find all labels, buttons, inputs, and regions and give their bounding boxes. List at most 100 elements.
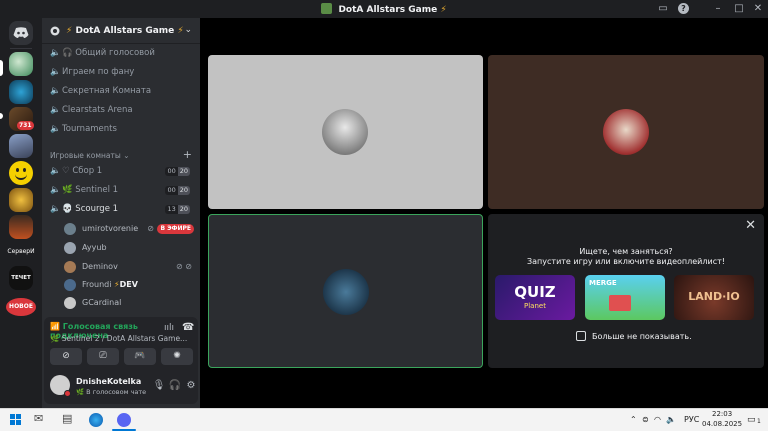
title-bar: DotA Allstars Game ⚡ ▭ ? – □ ✕ [0, 0, 768, 18]
language-indicator[interactable]: РУС [684, 415, 699, 424]
voice-user[interactable]: GCardinal [64, 295, 196, 311]
voice-user[interactable]: umirotvorenie ⊘ В ЭФИРЕ [64, 221, 196, 237]
activity-card-merge[interactable]: MERGE [585, 275, 665, 320]
soundboard-button[interactable]: ✺ [161, 348, 193, 365]
user-limit-counter: 00 20 [165, 186, 190, 195]
camera-off-icon: ⊘ [62, 351, 70, 361]
channel-sentinel-1[interactable]: 🔈🌿 Sentinel 1 00 20 [50, 182, 196, 199]
dont-show-checkbox[interactable] [576, 331, 586, 341]
soundboard-icon: ✺ [173, 351, 181, 361]
leaf-icon: 🌿 [50, 334, 60, 343]
avatar [64, 242, 76, 254]
noise-suppression-icon[interactable]: ıılı [164, 323, 174, 333]
channel-sidebar: ⚡ DotA Allstars Game ⚡ ⌄ 🔈🎧 Общий голосо… [42, 18, 200, 408]
close-icon[interactable]: ✕ [745, 218, 756, 233]
activity-prompt: Запустите игру или включите видеоплейлис… [527, 257, 725, 266]
volume-icon[interactable]: 🔈 [666, 415, 676, 424]
minimize-button[interactable]: – [710, 2, 726, 16]
signal-icon: 📶 [50, 322, 60, 331]
voice-connection-panel: 📶 Голосовая связь подключена 🌿 Sentinel … [44, 317, 198, 369]
speaker-icon: 🔈 [50, 67, 61, 77]
channel-general-voice[interactable]: 🔈🎧 Общий голосовой [50, 45, 196, 62]
help-icon[interactable]: ? [678, 3, 689, 14]
voice-user[interactable]: Deminov ⊘ ⊘ [64, 259, 196, 275]
server-4[interactable] [9, 134, 33, 158]
wifi-icon[interactable]: ◠ [654, 415, 661, 424]
activity-shelf: ✕ Ищете, чем заняться? Запустите игру ил… [488, 214, 764, 368]
participant-tile-speaking[interactable] [208, 214, 483, 368]
leaf-icon: 🌿 [62, 185, 73, 195]
new-badge[interactable]: НОВОЕ [6, 298, 36, 316]
channel-scourge-1[interactable]: 🔈💀 Scourge 1 13 20 [50, 201, 196, 218]
activity-card-quiz[interactable]: QUIZ Planet [495, 275, 575, 320]
participant-avatar [603, 109, 649, 155]
server-techet[interactable]: ТЕЧЕТ [9, 266, 33, 290]
voice-location[interactable]: 🌿 Sentinel 2 / DotA Allstars Game... [50, 334, 187, 343]
username[interactable]: DnisheKotelka [76, 377, 141, 386]
discord-icon [13, 27, 29, 38]
channel-play-for-fun[interactable]: 🔈Играем по фану [50, 64, 196, 81]
lightning-icon: ⚡ [177, 26, 184, 36]
voice-user[interactable]: Froundi ⚡DEV [64, 277, 196, 293]
user-limit-counter: 13 20 [165, 205, 190, 214]
speaker-icon: 🔈 [50, 166, 61, 176]
participant-tile[interactable] [208, 55, 483, 209]
maximize-button[interactable]: □ [731, 2, 747, 16]
discord-taskbar-icon[interactable] [117, 413, 131, 427]
merge-art [609, 295, 631, 311]
channel-tournaments[interactable]: 🔈Tournaments [50, 121, 196, 138]
participant-avatar [323, 269, 369, 315]
windows-start-button[interactable] [8, 412, 24, 428]
participant-tile[interactable] [488, 55, 764, 209]
dont-show-label: Больше не показывать. [592, 332, 692, 341]
screen-share-icon: ⎚ [99, 351, 107, 361]
channel-secret-room[interactable]: 🔈Секретная Комната [50, 83, 196, 100]
server-dota-allstars[interactable] [9, 52, 33, 76]
microphone-icon[interactable]: 🎙 [152, 380, 166, 391]
activity-button[interactable]: 🎮 [124, 348, 156, 365]
server-6[interactable] [9, 188, 33, 212]
voice-user[interactable]: Ayyub [64, 240, 196, 256]
discord-home-button[interactable] [9, 21, 33, 45]
network-icon[interactable]: ⊜ [642, 415, 649, 424]
server-icon [321, 3, 333, 14]
server-7[interactable] [9, 215, 33, 239]
window-title: DotA Allstars Game [338, 5, 438, 15]
windows-taskbar: ✉ ▤ ⌃ ⊜ ◠ 🔈 РУС 22:03 04.08.2025 ▭ 1 [0, 408, 768, 431]
speaker-icon: 🔈 [50, 204, 61, 214]
server-label[interactable]: СерверИ [3, 248, 39, 255]
avatar [64, 297, 76, 309]
clock-date[interactable]: 04.08.2025 [702, 420, 742, 428]
inbox-icon[interactable]: ▭ [655, 2, 671, 16]
mail-icon[interactable]: ✉ [34, 412, 50, 428]
activity-card-landio[interactable]: LAND·IO [674, 275, 754, 320]
server-smiley[interactable] [9, 161, 33, 185]
disconnect-icon[interactable]: ☎ [182, 322, 194, 333]
muted-icons: ⊘ ⊘ [176, 262, 192, 271]
server-header[interactable]: ⚡ DotA Allstars Game ⚡ ⌄ [42, 18, 200, 44]
chevron-up-icon[interactable]: ⌃ [630, 415, 637, 424]
user-limit-counter: 00 20 [165, 167, 190, 176]
channel-clearstats-arena[interactable]: 🔈Clearstats Arena [50, 102, 196, 119]
edge-icon[interactable] [89, 413, 103, 427]
chevron-down-icon[interactable]: ⌄ [184, 25, 192, 35]
close-button[interactable]: ✕ [750, 2, 766, 16]
channel-sbor-1[interactable]: 🔈♡ Сбор 1 00 20 [50, 163, 196, 180]
clock-time[interactable]: 22:03 [712, 410, 732, 418]
server-rail: 731 СерверИ ТЕЧЕТ НОВОЕ [0, 18, 42, 408]
add-channel-icon[interactable]: + [183, 148, 192, 161]
gear-icon[interactable]: ⚙ [184, 380, 198, 391]
speaker-icon: 🔈 [50, 185, 61, 195]
notification-icon[interactable]: ▭ [747, 415, 756, 425]
user-panel: DnisheKotelka 🌿 В голосовом чате 🎙 🎧 ⚙ [44, 369, 198, 404]
server-2[interactable] [9, 80, 33, 104]
headphones-icon[interactable]: 🎧 [168, 380, 182, 391]
screen-share-button[interactable]: ⎚ [87, 348, 119, 365]
deafened-icon: ⊘ [147, 224, 154, 233]
notepad-icon[interactable]: ▤ [62, 412, 78, 428]
category-game-rooms[interactable]: Игровые комнаты ⌄ [50, 151, 130, 160]
server-badge-icon [50, 26, 60, 36]
camera-off-button[interactable]: ⊘ [50, 348, 82, 365]
lightning-icon: ⚡ [66, 26, 73, 36]
live-badge: В ЭФИРЕ [157, 224, 194, 234]
